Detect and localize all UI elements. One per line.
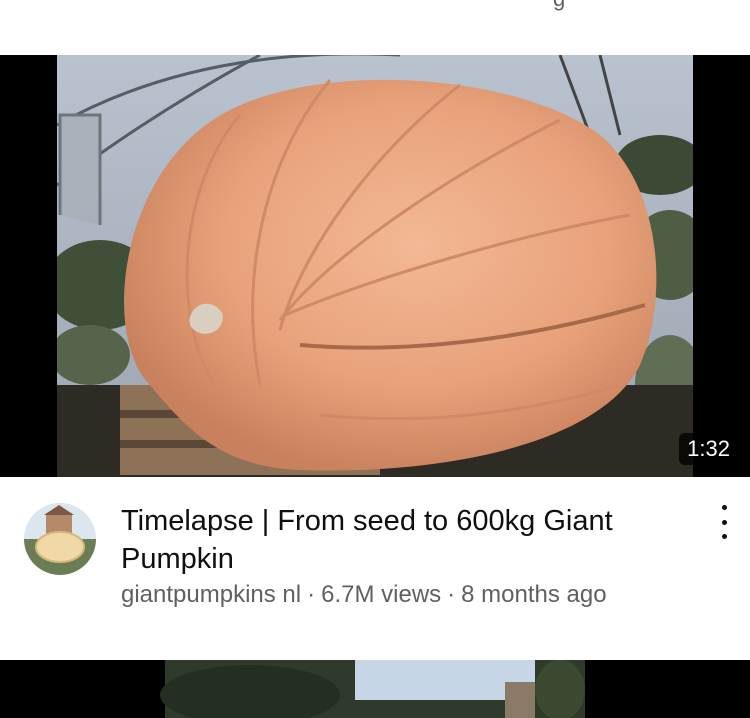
video-duration: 1:32 — [679, 433, 738, 465]
view-count: 6.7M views — [321, 581, 442, 608]
menu-dot — [721, 534, 727, 539]
more-vert-icon[interactable] — [714, 505, 734, 539]
upload-age: 8 months ago — [461, 581, 607, 608]
thumbnail-image — [0, 55, 750, 477]
video-metadata: giantpumpkins nl · 6.7M views · 8 months ago — [121, 580, 607, 610]
metadata-separator: · — [307, 581, 316, 608]
menu-dot — [721, 519, 727, 525]
next-thumbnail-image — [0, 660, 750, 718]
previous-item-text-fragment: g — [553, 0, 565, 12]
channel-name[interactable]: giantpumpkins nl — [121, 581, 301, 608]
metadata-separator: · — [447, 581, 456, 608]
menu-dot — [721, 505, 727, 510]
previous-item-tail: g — [0, 0, 750, 55]
video-title[interactable]: Timelapse | From seed to 600kg Giant Pum… — [121, 502, 681, 578]
video-thumbnail[interactable]: 1:32 — [0, 55, 750, 477]
avatar-image — [24, 503, 96, 575]
channel-avatar[interactable] — [24, 503, 96, 575]
next-video-thumbnail[interactable] — [0, 660, 750, 718]
video-details[interactable]: Timelapse | From seed to 600kg Giant Pum… — [0, 477, 750, 660]
